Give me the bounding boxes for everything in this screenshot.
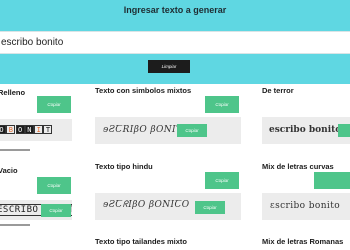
terror-text: escribo bonito (269, 125, 342, 135)
filled-letter: O (15, 125, 25, 134)
filled-letter: T (43, 125, 53, 134)
copy-button-vacio[interactable]: Copiar (37, 177, 71, 194)
card-title-tailandes: Texto tipo tailandes mixto (95, 237, 187, 246)
card-title-relleno: Relleno (0, 88, 26, 97)
copy-button-vacio-inline[interactable]: Copiar (41, 204, 71, 217)
card-title-simbolos: Texto con simbolos mixtos (95, 86, 192, 95)
copy-button-simbolos[interactable]: Copiar (205, 96, 239, 113)
filled-letter: O (0, 125, 6, 134)
filled-letter: B (6, 125, 16, 134)
copy-button-simbolos-inline[interactable]: Copiar (177, 124, 207, 137)
card-title-vacio: Vacio (0, 166, 18, 175)
card-title-terror: De terror (262, 86, 294, 95)
header-bar: Ingresar texto a generar Limpiar (0, 0, 350, 84)
card-title-romanas: Mix de letras Romanas (262, 237, 344, 246)
page-title: Ingresar texto a generar (123, 5, 227, 15)
clear-button[interactable]: Limpiar (148, 60, 190, 73)
copy-button-hindu-inline[interactable]: Copiar (195, 201, 225, 214)
hindu-text: ɘƧꞆᖇIβO βONIꞆO (103, 200, 190, 210)
curvas-text: ɛscribo bonito (270, 201, 341, 211)
horizontal-scrollbar[interactable] (0, 149, 30, 151)
card-title-hindu: Texto tipo hindu (95, 162, 153, 171)
horizontal-scrollbar[interactable] (0, 224, 30, 226)
result-terror: escribo bonito (262, 117, 350, 144)
result-simbolos: ɘƧꞆRIβO βONITO Copiar (95, 117, 241, 144)
copy-button-hindu[interactable]: Copiar (205, 172, 239, 189)
result-curvas: ɛscribo bonito (262, 193, 350, 220)
copy-button-terror-inline[interactable] (338, 124, 350, 137)
card-title-curvas: Mix de letras curvas (262, 162, 334, 171)
filled-letter: N (24, 125, 34, 134)
result-hindu: ɘƧꞆᖇIβO βONIꞆO Copiar (95, 193, 241, 220)
relleno-letters: OBONIT (0, 124, 53, 134)
copy-button-relleno[interactable]: Copiar (37, 96, 71, 113)
text-input[interactable] (0, 31, 350, 54)
copy-button-curvas[interactable] (314, 172, 350, 189)
filled-letter: I (34, 125, 44, 134)
result-relleno: OBONIT (0, 119, 72, 141)
result-vacio: ESCRIBO BONITO Copiar (0, 200, 72, 220)
